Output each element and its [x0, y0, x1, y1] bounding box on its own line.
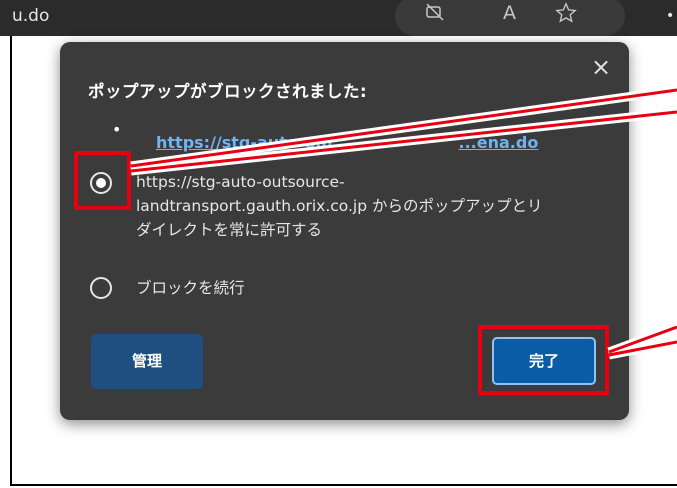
callout-line-2-red: [130, 110, 677, 173]
annotation-lines: [130, 85, 677, 360]
callout-line-1-red: [130, 88, 677, 168]
